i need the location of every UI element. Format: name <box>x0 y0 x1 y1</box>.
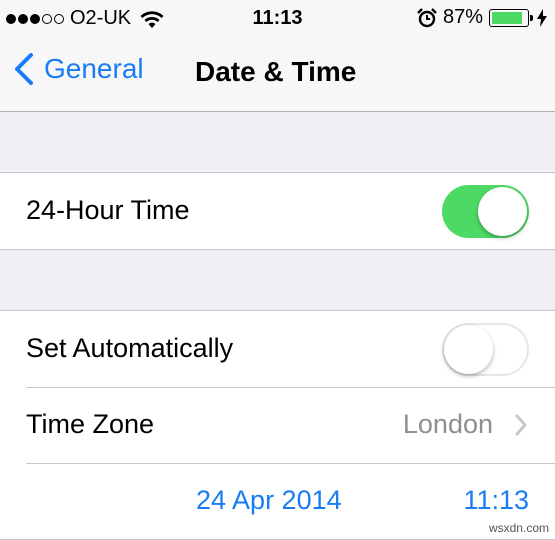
toggle-knob <box>444 325 493 374</box>
back-button-label: General <box>44 53 144 84</box>
chevron-right-icon <box>515 414 527 436</box>
time-zone-value: London <box>402 409 493 439</box>
navigation-bar: General Date & Time <box>0 38 555 112</box>
page-title: Date & Time <box>195 56 357 87</box>
row-label-24-hour-time: 24-Hour Time <box>26 195 190 225</box>
battery-fill <box>492 11 522 24</box>
battery-icon <box>489 8 533 27</box>
battery-percent: 87% <box>442 6 483 28</box>
time-value[interactable]: 11:13 <box>463 485 529 516</box>
set-automatically-toggle[interactable] <box>442 323 529 376</box>
charging-bolt-icon <box>537 8 547 27</box>
status-bar: O2-UK 11:13 87% <box>0 0 555 38</box>
alarm-clock-icon <box>417 7 437 27</box>
row-24-hour-time: 24-Hour Time <box>0 173 555 249</box>
24-hour-time-toggle[interactable] <box>442 185 529 238</box>
row-label-set-automatically: Set Automatically <box>26 333 234 363</box>
row-time-zone[interactable]: Time Zone London <box>0 387 555 463</box>
row-set-automatically: Set Automatically <box>0 311 555 387</box>
settings-group-datetime: Set Automatically Time Zone London 24 Ap… <box>0 310 555 540</box>
row-label-time-zone: Time Zone <box>26 409 155 439</box>
date-value[interactable]: 24 Apr 2014 <box>196 485 342 516</box>
settings-group-24hour: 24-Hour Time <box>0 172 555 250</box>
watermark: wsxdn.com <box>488 521 549 535</box>
status-bar-right: 87% <box>417 6 547 29</box>
back-button[interactable]: General <box>14 53 144 85</box>
toggle-knob <box>478 187 527 236</box>
chevron-left-icon <box>15 53 33 85</box>
row-date-time[interactable]: 24 Apr 2014 11:13 <box>0 463 555 539</box>
